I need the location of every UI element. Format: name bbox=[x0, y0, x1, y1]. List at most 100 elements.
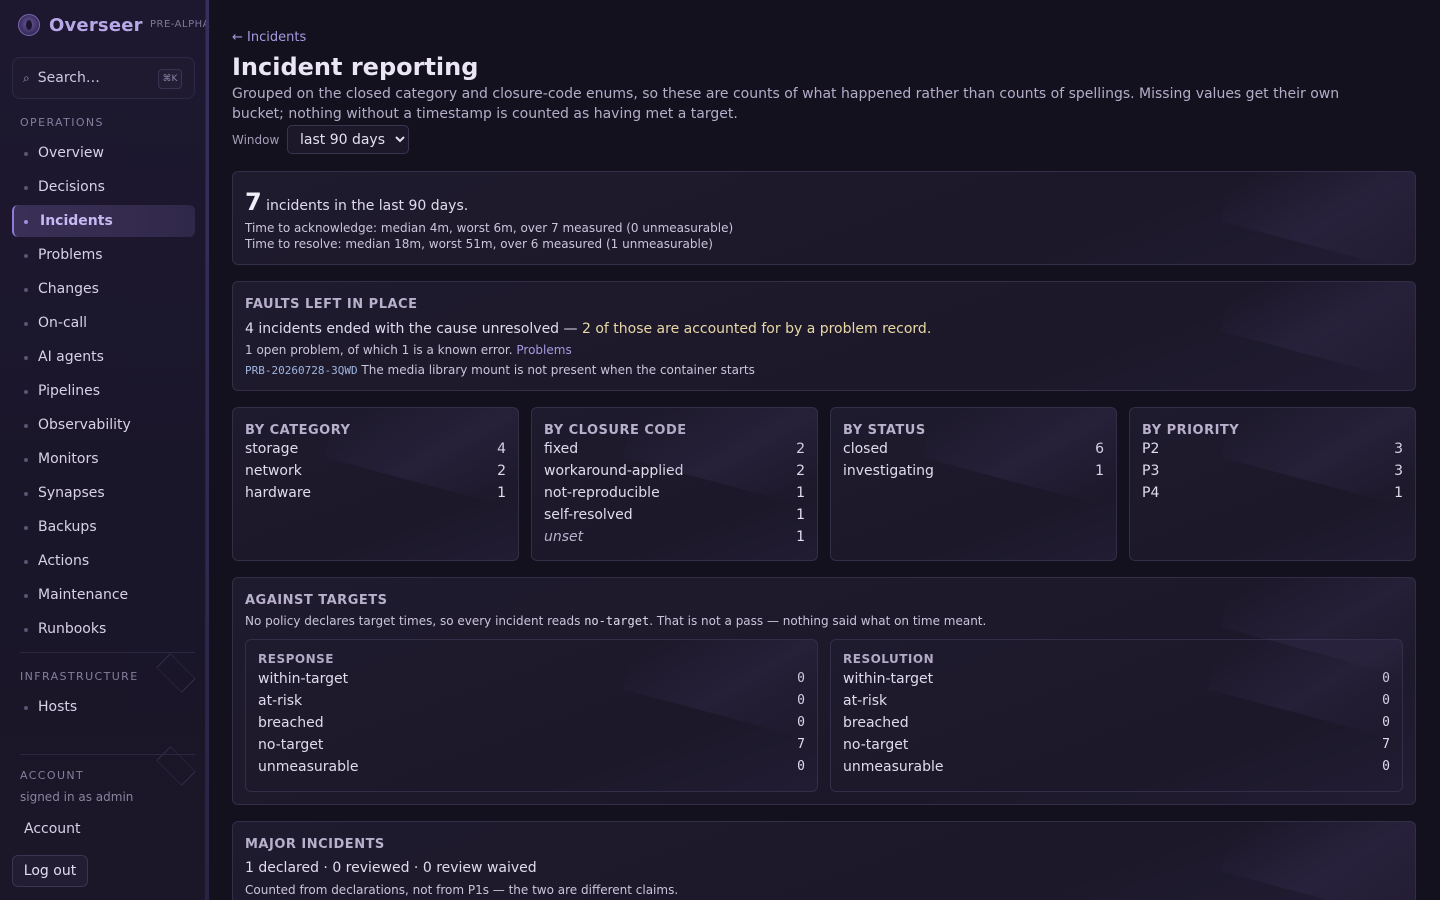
pre-alpha-badge: PRE-ALPHA bbox=[150, 19, 210, 30]
table-row: unmeasurable 0 bbox=[843, 759, 1390, 781]
major-note: Counted from declarations, not from P1s … bbox=[245, 883, 679, 897]
overseer-logo-icon bbox=[18, 14, 40, 36]
row-label: P4 bbox=[1142, 485, 1160, 501]
table-row: investigating 1 bbox=[843, 463, 1104, 485]
row-label: no-target bbox=[843, 737, 909, 753]
row-value: 0 bbox=[797, 759, 805, 774]
row-label: storage bbox=[245, 441, 299, 457]
table-row: within-target 0 bbox=[258, 671, 805, 693]
row-value: 1 bbox=[1095, 463, 1104, 479]
sidebar-item-maintenance[interactable]: Maintenance bbox=[12, 579, 195, 611]
sidebar-divider bbox=[20, 754, 195, 755]
row-value: 2 bbox=[796, 463, 805, 479]
section-label-account: ACCOUNT bbox=[20, 769, 85, 782]
row-value: 7 bbox=[1382, 737, 1390, 752]
logout-button[interactable]: Log out bbox=[12, 855, 88, 887]
sidebar-item-overview[interactable]: Overview bbox=[12, 137, 195, 169]
targets-title: AGAINST TARGETS bbox=[245, 593, 388, 608]
sidebar: Overseer PRE-ALPHA ⌕ ⌘K OPERATIONS Overv… bbox=[0, 0, 210, 900]
row-label: workaround-applied bbox=[544, 463, 684, 479]
row-value: 0 bbox=[797, 671, 805, 686]
by-closure-code-card: BY CLOSURE CODE fixed 2 workaround-applie… bbox=[531, 407, 818, 561]
card-title: BY STATUS bbox=[843, 423, 926, 438]
response-card: RESPONSE within-target 0 at-risk 0 breache… bbox=[245, 639, 818, 792]
search-icon: ⌕ bbox=[23, 70, 30, 85]
sidebar-item-pipelines[interactable]: Pipelines bbox=[12, 375, 195, 407]
row-label: P2 bbox=[1142, 441, 1160, 457]
no-target-code: no-target bbox=[584, 614, 650, 628]
sidebar-item-ai-agents[interactable]: AI agents bbox=[12, 341, 195, 373]
section-label-operations: OPERATIONS bbox=[20, 116, 104, 129]
row-value: 2 bbox=[796, 441, 805, 457]
table-row: P2 3 bbox=[1142, 441, 1403, 463]
row-label: investigating bbox=[843, 463, 934, 479]
row-value: 1 bbox=[796, 507, 805, 523]
problem-description: The media library mount is not present w… bbox=[361, 363, 755, 377]
sidebar-item-changes[interactable]: Changes bbox=[12, 273, 195, 305]
row-value: 0 bbox=[797, 715, 805, 730]
table-row: P3 3 bbox=[1142, 463, 1403, 485]
sidebar-item-backups[interactable]: Backups bbox=[12, 511, 195, 543]
row-value: 1 bbox=[796, 485, 805, 501]
problem-id-link[interactable]: PRB-20260728-3QWD bbox=[245, 364, 358, 377]
major-summary: 1 declared · 0 reviewed · 0 review waive… bbox=[245, 860, 537, 876]
search-box[interactable]: ⌕ ⌘K bbox=[12, 57, 195, 99]
shortcut-badge: ⌘K bbox=[158, 69, 182, 89]
row-value: 0 bbox=[1382, 693, 1390, 708]
sidebar-item-problems[interactable]: Problems bbox=[12, 239, 195, 271]
resolution-card: RESOLUTION within-target 0 at-risk 0 breac… bbox=[830, 639, 1403, 792]
table-row: unset 1 bbox=[544, 529, 805, 551]
signed-in-label: signed in as admin bbox=[20, 790, 134, 804]
account-link[interactable]: Account bbox=[24, 821, 81, 837]
problems-link[interactable]: Problems bbox=[516, 343, 571, 357]
faults-summary-text: 4 incidents ended with the cause unresol… bbox=[245, 321, 582, 337]
table-row: network 2 bbox=[245, 463, 506, 485]
table-row: closed 6 bbox=[843, 441, 1104, 463]
sidebar-item-runbooks[interactable]: Runbooks bbox=[12, 613, 195, 645]
row-value: 1 bbox=[1394, 485, 1403, 501]
targets-desc-end: . That is not a pass — nothing said what… bbox=[649, 614, 987, 628]
sidebar-item-synapses[interactable]: Synapses bbox=[12, 477, 195, 509]
open-problems-text: 1 open problem, of which 1 is a known er… bbox=[245, 343, 513, 357]
row-value: 6 bbox=[1095, 441, 1104, 457]
faults-title: FAULTS LEFT IN PLACE bbox=[245, 297, 418, 312]
row-label: self-resolved bbox=[544, 507, 633, 523]
table-row: at-risk 0 bbox=[843, 693, 1390, 715]
row-value: 4 bbox=[497, 441, 506, 457]
by-priority-card: BY PRIORITY P2 3 P3 3 P4 1 bbox=[1129, 407, 1416, 561]
major-incidents-card: MAJOR INCIDENTS 1 declared · 0 reviewed … bbox=[232, 821, 1416, 900]
summary-card: 7 incidents in the last 90 days. Time to… bbox=[232, 171, 1416, 265]
brand[interactable]: Overseer bbox=[18, 14, 143, 36]
search-input[interactable] bbox=[37, 70, 148, 86]
incident-count-line: 7 incidents in the last 90 days. bbox=[245, 188, 468, 216]
resolution-title: RESOLUTION bbox=[843, 652, 935, 666]
table-row: self-resolved 1 bbox=[544, 507, 805, 529]
sidebar-item-observability[interactable]: Observability bbox=[12, 409, 195, 441]
table-row: no-target 7 bbox=[258, 737, 805, 759]
table-row: unmeasurable 0 bbox=[258, 759, 805, 781]
sidebar-item-decisions[interactable]: Decisions bbox=[12, 171, 195, 203]
row-value: 0 bbox=[1382, 671, 1390, 686]
table-row: breached 0 bbox=[258, 715, 805, 737]
window-select[interactable]: last 90 days bbox=[287, 125, 409, 154]
sidebar-item-actions[interactable]: Actions bbox=[12, 545, 195, 577]
row-label: breached bbox=[843, 715, 909, 731]
incident-count-text: incidents in the last 90 days. bbox=[266, 198, 469, 214]
table-row: workaround-applied 2 bbox=[544, 463, 805, 485]
table-row: within-target 0 bbox=[843, 671, 1390, 693]
response-title: RESPONSE bbox=[258, 652, 334, 666]
row-label: no-target bbox=[258, 737, 324, 753]
window-label: Window bbox=[232, 133, 280, 147]
table-row: not-reproducible 1 bbox=[544, 485, 805, 507]
sidebar-item-hosts[interactable]: Hosts bbox=[12, 691, 195, 723]
row-value: 3 bbox=[1394, 463, 1403, 479]
sidebar-item-incidents[interactable]: Incidents bbox=[12, 205, 195, 237]
row-label: network bbox=[245, 463, 302, 479]
sidebar-item-monitors[interactable]: Monitors bbox=[12, 443, 195, 475]
problem-record-line: PRB-20260728-3QWD The media library moun… bbox=[245, 363, 755, 377]
row-label: fixed bbox=[544, 441, 579, 457]
decorative-diamond bbox=[156, 746, 196, 786]
back-to-incidents-link[interactable]: ← Incidents bbox=[232, 30, 306, 45]
sidebar-item-on-call[interactable]: On-call bbox=[12, 307, 195, 339]
table-row: breached 0 bbox=[843, 715, 1390, 737]
